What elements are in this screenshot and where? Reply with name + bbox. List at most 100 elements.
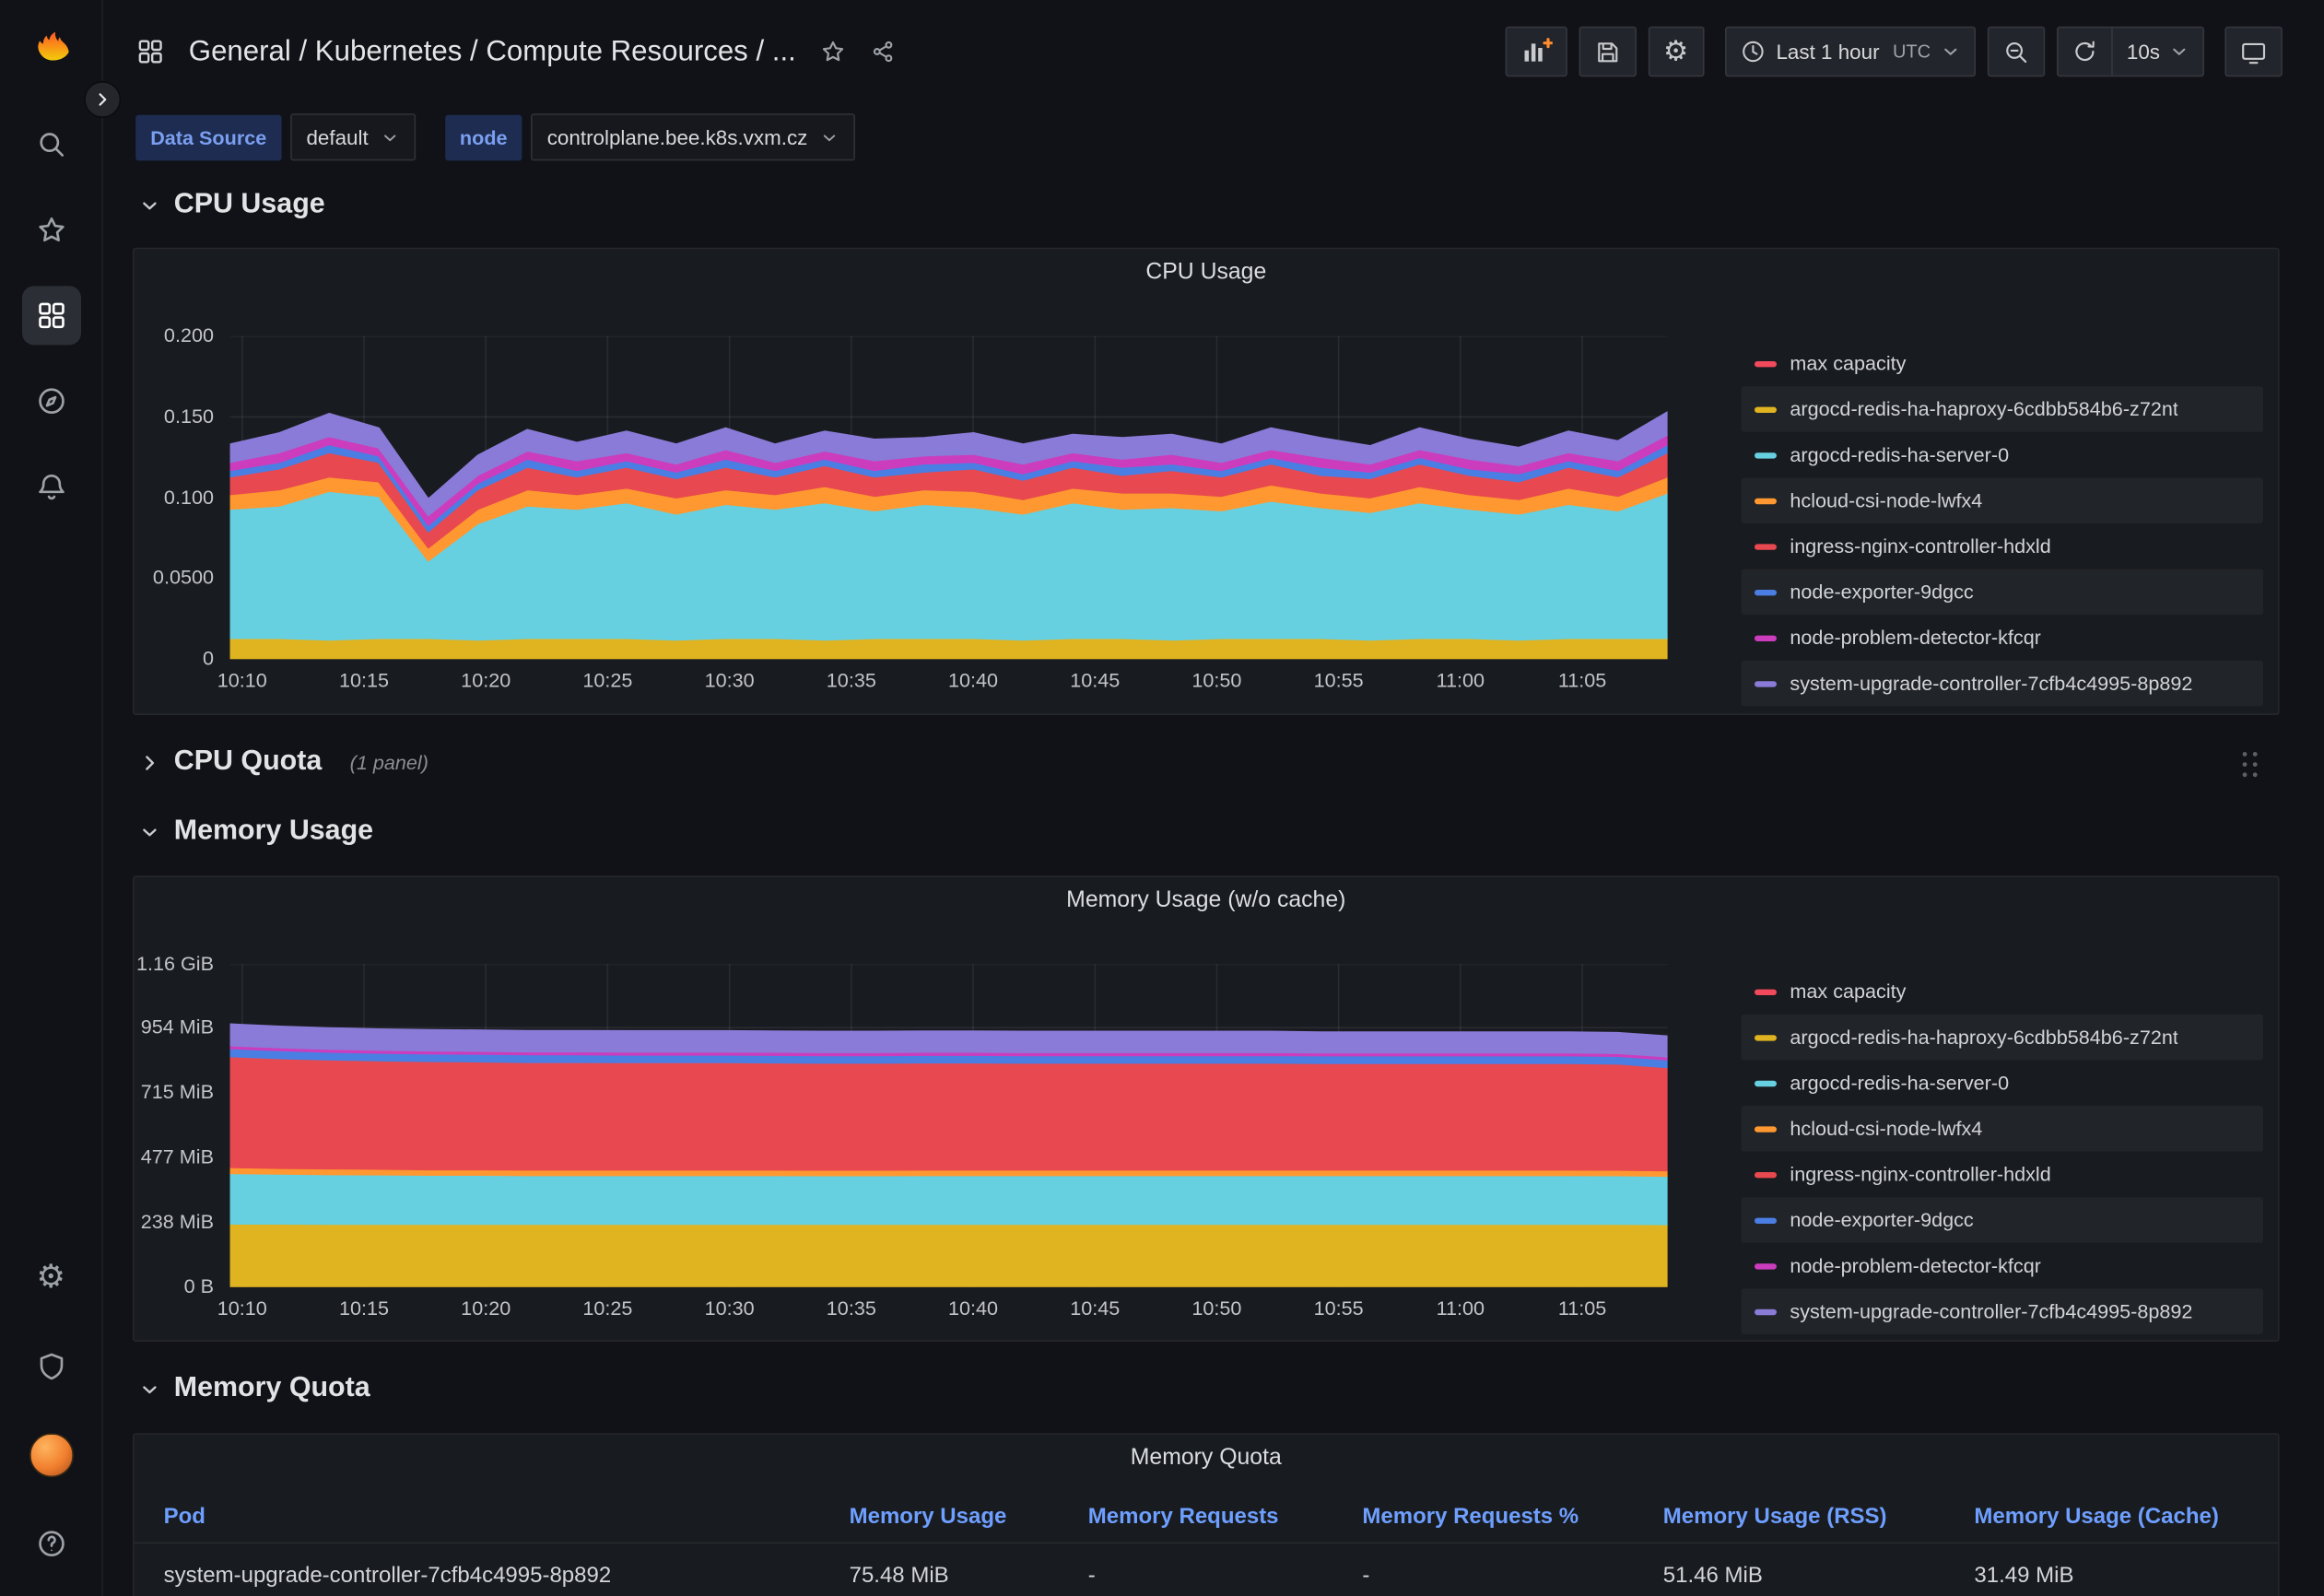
breadcrumb: General / Kubernetes / Compute Resources…: [135, 35, 896, 69]
legend-item[interactable]: hcloud-csi-node-lwfx4: [1742, 477, 2263, 523]
legend-color-dash: [1755, 452, 1777, 457]
legend-label: node-problem-detector-kfcqr: [1790, 627, 2041, 649]
x-axis-label: 10:55: [1314, 1297, 1364, 1320]
table-column-header[interactable]: Memory Requests %: [1362, 1494, 1662, 1543]
cpu-usage-section-toggle[interactable]: CPU Usage: [138, 182, 324, 227]
sidebar-item-starred[interactable]: [21, 201, 80, 260]
table-column-header[interactable]: Pod: [164, 1494, 850, 1543]
legend-item[interactable]: argocd-redis-ha-server-0: [1742, 1060, 2263, 1106]
sidebar-item-dashboards[interactable]: [21, 286, 80, 345]
node-picker[interactable]: controlplane.bee.k8s.vxm.cz: [531, 113, 854, 160]
x-axis-label: 11:05: [1558, 669, 1606, 691]
legend-item[interactable]: argocd-redis-ha-haproxy-6cdbb584b6-z72nt: [1742, 1015, 2263, 1061]
legend-item[interactable]: system-upgrade-controller-7cfb4c4995-8p8…: [1742, 661, 2263, 707]
add-panel-button[interactable]: [1505, 27, 1567, 76]
legend-item[interactable]: max capacity: [1742, 341, 2263, 387]
legend-item[interactable]: ingress-nginx-controller-hdxld: [1742, 1152, 2263, 1198]
legend-color-dash: [1755, 544, 1777, 549]
memory-usage-chart[interactable]: [230, 964, 1668, 1286]
dashboard-settings-button[interactable]: ⚙: [1648, 27, 1704, 76]
time-range-label: Last 1 hour: [1776, 40, 1879, 64]
memory-usage-section-toggle[interactable]: Memory Usage: [138, 809, 373, 853]
x-axis-label: 10:45: [1070, 669, 1120, 691]
cpu-quota-section-toggle[interactable]: CPU Quota (1 panel): [138, 740, 2273, 784]
zoom-out-button[interactable]: [1988, 27, 2045, 76]
legend-color-dash: [1755, 589, 1777, 594]
sidebar-item-explore[interactable]: [21, 371, 80, 430]
chevron-down-icon: [1941, 41, 1961, 62]
share-icon[interactable]: [870, 39, 897, 65]
sidebar-item-alerting[interactable]: [21, 457, 80, 516]
bell-icon: [35, 470, 67, 502]
chevron-down-icon: [819, 127, 839, 147]
legend-item[interactable]: max capacity: [1742, 968, 2263, 1015]
legend-item[interactable]: ingress-nginx-controller-hdxld: [1742, 523, 2263, 569]
sidebar-item-admin[interactable]: [21, 1337, 80, 1396]
x-axis-label: 10:15: [339, 669, 389, 691]
sidebar-bottom-nav: ⚙: [21, 1249, 80, 1573]
chevron-down-icon: [2169, 41, 2189, 62]
sidebar-item-server-admin[interactable]: ⚙: [21, 1249, 80, 1308]
user-avatar: [29, 1433, 73, 1477]
cpu-usage-chart[interactable]: [230, 336, 1668, 659]
sidebar-item-profile[interactable]: [21, 1426, 80, 1485]
refresh-button[interactable]: [2059, 28, 2112, 75]
x-axis-label: 11:00: [1437, 669, 1485, 691]
table-column-header[interactable]: Memory Requests: [1088, 1494, 1363, 1543]
node-label: node: [445, 114, 522, 160]
table-column-header[interactable]: Memory Usage (Cache): [1974, 1494, 2278, 1543]
refresh-picker: 10s: [2058, 27, 2204, 76]
section-drag-handle[interactable]: [2243, 752, 2259, 779]
panel-title[interactable]: CPU Usage: [135, 260, 2278, 287]
table-row: system-upgrade-controller-7cfb4c4995-8p8…: [135, 1546, 2278, 1596]
datasource-label: Data Source: [135, 114, 281, 160]
memory-quota-section-toggle[interactable]: Memory Quota: [138, 1367, 370, 1411]
x-axis: 10:1010:1510:2010:2510:3010:3510:4010:45…: [230, 669, 1668, 698]
refresh-interval-picker[interactable]: 10s: [2112, 28, 2203, 75]
x-axis-label: 10:30: [705, 669, 755, 691]
legend-color-dash: [1755, 989, 1777, 994]
dashboard-header: General / Kubernetes / Compute Resources…: [103, 0, 2324, 103]
x-axis-label: 10:10: [217, 1297, 267, 1320]
sidebar-item-search[interactable]: [21, 115, 80, 174]
grafana-flame-icon: [26, 24, 76, 74]
legend-item[interactable]: node-exporter-9dgcc: [1742, 1197, 2263, 1243]
area-series-argocd-redis-ha-haproxy-6cdbb584b6-z72nt: [230, 638, 1668, 659]
x-axis-label: 11:05: [1558, 1297, 1606, 1320]
x-axis-label: 10:45: [1070, 1297, 1120, 1320]
panel-title[interactable]: Memory Usage (w/o cache): [135, 887, 2278, 914]
legend-item[interactable]: node-problem-detector-kfcqr: [1742, 1243, 2263, 1289]
area-series-argocd-redis-ha-haproxy-6cdbb584b6-z72nt: [230, 1224, 1668, 1287]
panel-title[interactable]: Memory Quota: [135, 1445, 2278, 1472]
legend-label: max capacity: [1790, 352, 1906, 374]
time-range-picker[interactable]: Last 1 hour UTC: [1724, 27, 1976, 76]
favorite-star-icon[interactable]: [819, 39, 846, 65]
legend-item[interactable]: node-exporter-9dgcc: [1742, 569, 2263, 616]
datasource-value: default: [306, 125, 368, 149]
chevron-down-icon: [138, 194, 160, 216]
table-column-header[interactable]: Memory Usage (RSS): [1663, 1494, 1975, 1543]
sidebar-item-help[interactable]: [21, 1514, 80, 1573]
datasource-picker[interactable]: default: [290, 113, 416, 160]
legend-item[interactable]: argocd-redis-ha-haproxy-6cdbb584b6-z72nt: [1742, 386, 2263, 432]
table-column-header[interactable]: Memory Usage: [850, 1494, 1088, 1543]
legend-label: max capacity: [1790, 980, 1906, 1003]
tv-mode-button[interactable]: [2224, 27, 2282, 76]
legend-label: system-upgrade-controller-7cfb4c4995-8p8…: [1790, 1300, 2192, 1322]
y-axis-label: 0: [135, 647, 223, 669]
legend-item[interactable]: system-upgrade-controller-7cfb4c4995-8p8…: [1742, 1288, 2263, 1334]
save-dashboard-button[interactable]: [1579, 27, 1636, 76]
x-axis-label: 10:30: [705, 1297, 755, 1320]
legend-label: ingress-nginx-controller-hdxld: [1790, 535, 2050, 557]
dashboard-title[interactable]: General / Kubernetes / Compute Resources…: [189, 35, 796, 69]
y-axis-label: 0.100: [135, 486, 223, 508]
legend-item[interactable]: argocd-redis-ha-server-0: [1742, 432, 2263, 478]
legend-item[interactable]: hcloud-csi-node-lwfx4: [1742, 1106, 2263, 1152]
sidebar-expand-button[interactable]: [84, 81, 121, 118]
x-axis-label: 10:25: [582, 1297, 632, 1320]
refresh-icon: [2072, 39, 2099, 65]
x-axis: 10:1010:1510:2010:2510:3010:3510:4010:45…: [230, 1297, 1668, 1327]
grafana-logo[interactable]: [23, 20, 79, 76]
memory-usage-panel: Memory Usage (w/o cache) 0 B238 MiB477 M…: [133, 875, 2280, 1342]
legend-item[interactable]: node-problem-detector-kfcqr: [1742, 615, 2263, 661]
